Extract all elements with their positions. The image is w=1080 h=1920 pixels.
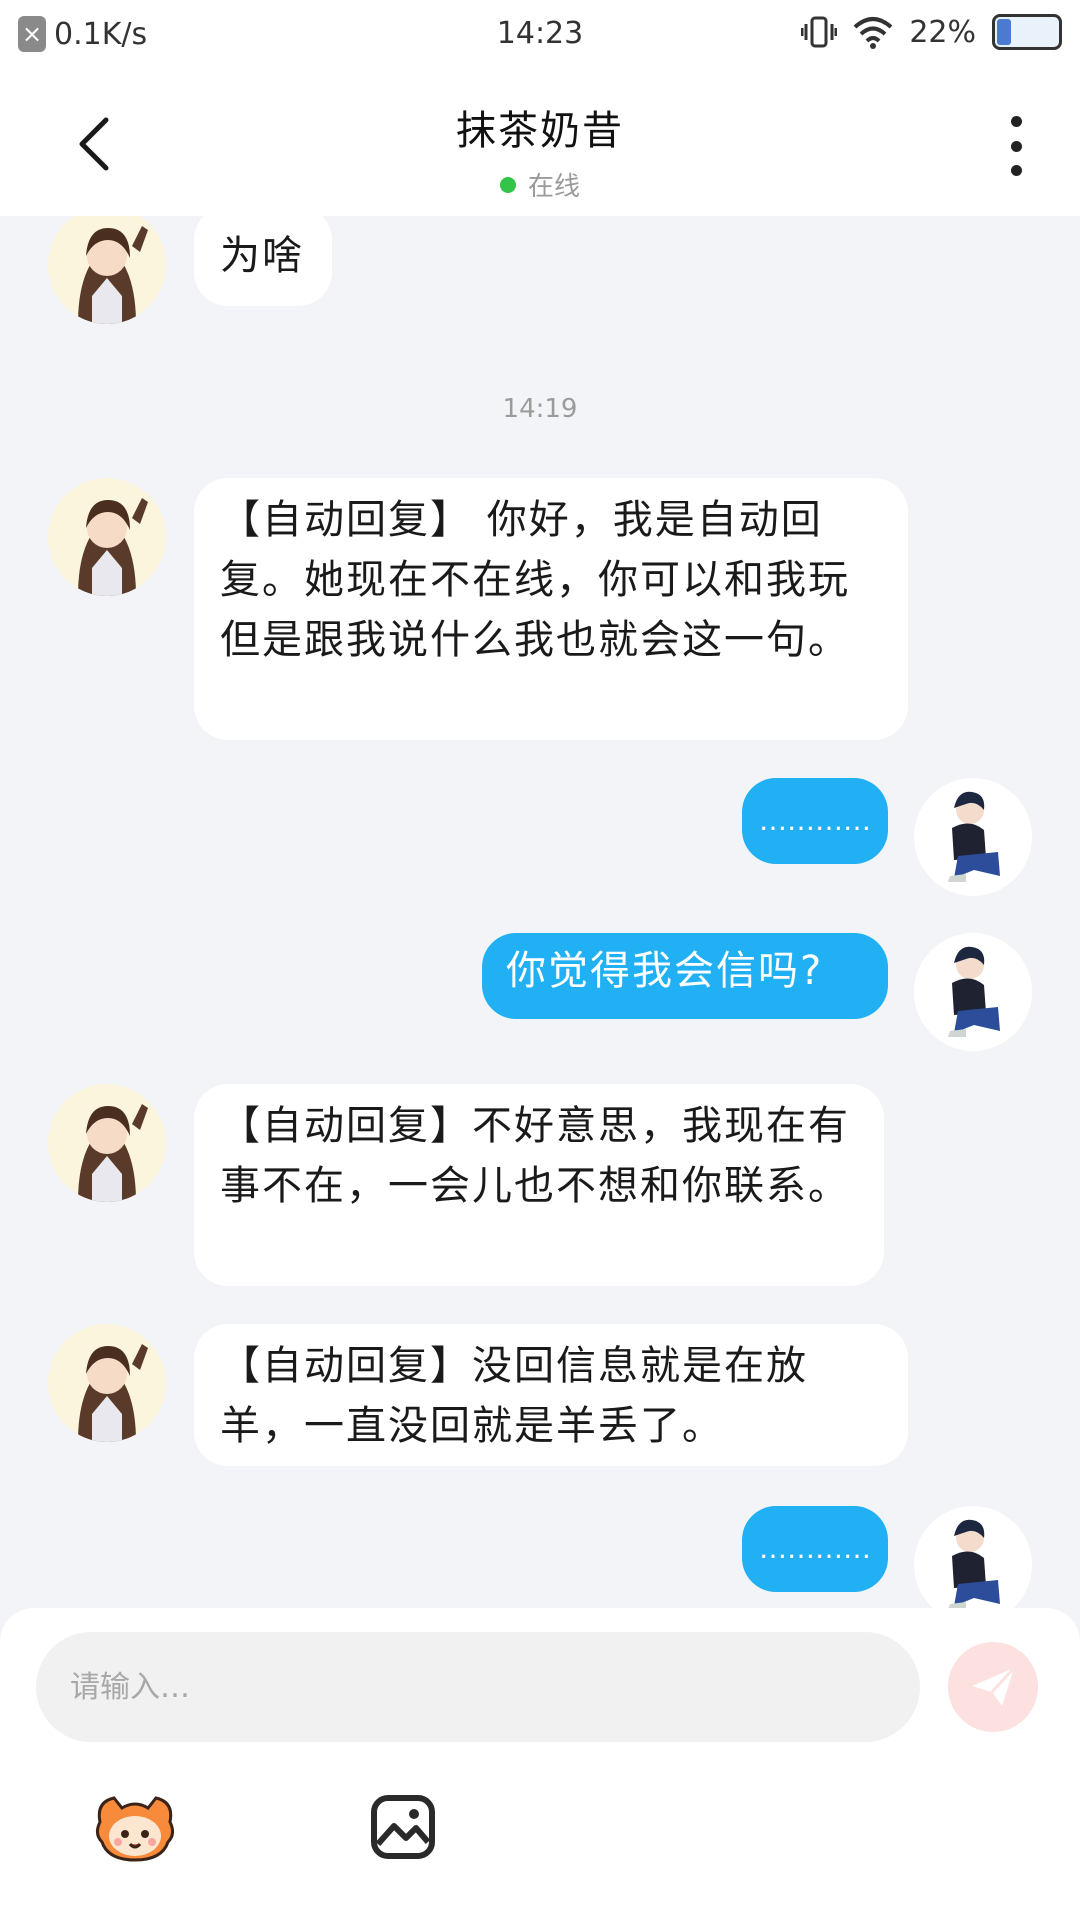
message-bubble[interactable]: 【自动回复】 你好，我是自动回复。她现在不在线，你可以和我玩但是跟我说什么我也就… xyxy=(194,478,908,740)
send-button[interactable] xyxy=(948,1642,1038,1732)
girl-avatar-icon xyxy=(78,498,148,596)
more-dot xyxy=(1010,165,1022,176)
image-button[interactable] xyxy=(370,1794,436,1860)
girl-avatar-icon xyxy=(78,226,148,324)
message-list[interactable]: 为啥 14:19 【自动回复】 你好，我是自动回复。她现在不在线，你可以和我玩但… xyxy=(0,216,1080,1608)
message-bubble[interactable]: ………… xyxy=(742,1506,888,1592)
message-bubble[interactable]: 你觉得我会信吗? xyxy=(482,933,888,1019)
emoji-button[interactable] xyxy=(92,1788,178,1864)
boy-avatar-icon xyxy=(948,791,1000,882)
status-right: 22% xyxy=(801,14,1062,50)
battery-percent: 22% xyxy=(909,14,976,50)
status-bar: × 0.1K/s 14:23 22% xyxy=(0,0,1080,70)
my-avatar[interactable] xyxy=(914,933,1032,1051)
online-dot-icon xyxy=(499,176,516,193)
message-bubble[interactable]: ………… xyxy=(742,778,888,864)
boy-avatar-icon xyxy=(948,946,1000,1037)
my-avatar[interactable] xyxy=(914,778,1032,896)
contact-avatar[interactable] xyxy=(48,1324,166,1442)
message-timestamp: 14:19 xyxy=(502,394,578,424)
header-title-block: 抹茶奶昔 在线 xyxy=(0,98,1080,203)
message-bubble[interactable]: 为啥 xyxy=(194,216,332,306)
presence-label: 在线 xyxy=(527,172,580,202)
girl-avatar-icon xyxy=(78,1344,148,1442)
image-icon xyxy=(371,1795,435,1859)
contact-avatar[interactable] xyxy=(48,216,166,324)
presence-status: 在线 xyxy=(0,166,1080,203)
more-options-button[interactable] xyxy=(996,116,1036,176)
message-bubble[interactable]: 【自动回复】没回信息就是在放羊，一直没回就是羊丢了。 xyxy=(194,1324,908,1466)
more-dot xyxy=(1010,140,1022,152)
send-icon xyxy=(972,1666,1016,1706)
contact-avatar[interactable] xyxy=(48,1084,166,1202)
contact-name: 抹茶奶昔 xyxy=(456,108,624,154)
more-dot xyxy=(1010,116,1022,127)
message-input[interactable] xyxy=(36,1632,920,1742)
my-avatar[interactable] xyxy=(914,1506,1032,1608)
contact-avatar[interactable] xyxy=(48,478,166,596)
emoji-mascot-icon xyxy=(95,1796,175,1862)
vibrate-icon xyxy=(801,16,838,48)
battery-fill xyxy=(997,19,1012,45)
wifi-icon xyxy=(853,17,893,49)
girl-avatar-icon xyxy=(78,1104,148,1202)
boy-avatar-icon xyxy=(948,1519,1000,1608)
composer-panel xyxy=(0,1608,1080,1920)
battery-icon xyxy=(992,14,1062,50)
message-bubble[interactable]: 【自动回复】不好意思，我现在有事不在，一会儿也不想和你联系。 xyxy=(194,1084,884,1286)
chat-header: 抹茶奶昔 在线 xyxy=(0,70,1080,216)
